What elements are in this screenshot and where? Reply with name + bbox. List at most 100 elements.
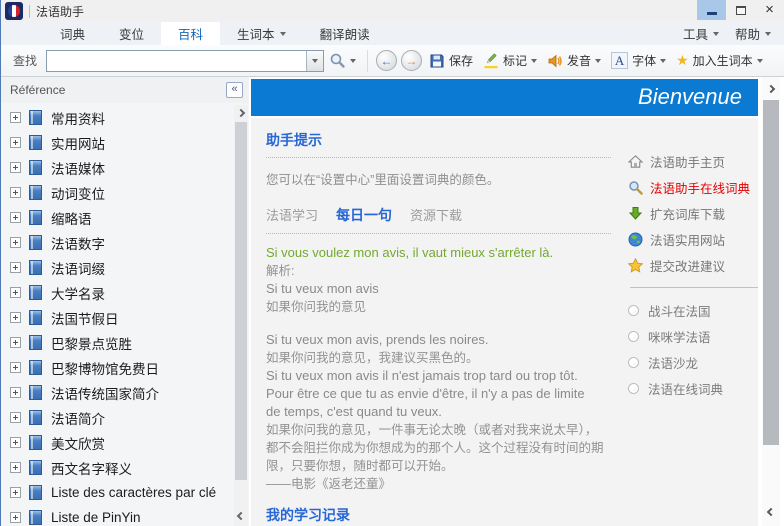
expand-icon[interactable]	[10, 437, 21, 448]
scroll-down-button[interactable]	[234, 508, 248, 524]
tree-item[interactable]: 大学名录	[1, 280, 233, 305]
tree-item-label: 美文欣赏	[51, 433, 105, 453]
bullet-icon	[628, 383, 639, 394]
tree-item[interactable]: 法语传统国家简介	[1, 380, 233, 405]
collapse-sidebar-button[interactable]	[226, 82, 243, 98]
tree-item[interactable]: 常用资料	[1, 105, 233, 130]
book-icon	[29, 510, 42, 525]
tab-daily-sentence[interactable]: 每日一句	[336, 205, 392, 225]
close-button[interactable]	[755, 0, 784, 20]
link-label: 法语助手主页	[650, 152, 725, 171]
font-button[interactable]: 字体	[606, 48, 671, 74]
tree-item[interactable]: 巴黎景点览胜	[1, 330, 233, 355]
scroll-up-button[interactable]	[762, 81, 780, 97]
search-input[interactable]	[47, 51, 306, 71]
tree-item[interactable]: 缩略语	[1, 205, 233, 230]
maximize-icon	[736, 6, 746, 15]
maximize-button[interactable]	[726, 0, 755, 20]
download-icon	[628, 206, 643, 221]
font-label: 字体	[632, 52, 656, 69]
save-button[interactable]: 保存	[424, 48, 478, 74]
welcome-banner: Bienvenue	[251, 79, 758, 116]
tree-item-label: Liste des caractères par clé	[51, 485, 216, 500]
back-button[interactable]	[376, 50, 397, 71]
tab-encyclopedia[interactable]: 百科	[161, 22, 220, 45]
tree-item[interactable]: Liste des caractères par clé	[1, 480, 233, 505]
tree-item[interactable]: 法语简介	[1, 405, 233, 430]
book-icon	[29, 135, 42, 150]
link-homepage[interactable]: 法语助手主页	[628, 148, 758, 174]
expand-icon[interactable]	[10, 387, 21, 398]
tree-item[interactable]: Liste de PinYin	[1, 505, 233, 526]
minimize-button[interactable]	[697, 0, 726, 20]
link-site-combats-en-france[interactable]: 战斗在法国	[628, 297, 758, 323]
expand-icon[interactable]	[10, 287, 21, 298]
tree-item[interactable]: 动词变位	[1, 180, 233, 205]
link-submit-suggestions[interactable]: 提交改进建议	[628, 252, 758, 278]
link-site-mimi-french[interactable]: 咪咪学法语	[628, 323, 758, 349]
scroll-up-button[interactable]	[234, 105, 248, 121]
bullet-icon	[628, 305, 639, 316]
expand-icon[interactable]	[10, 212, 21, 223]
tree-item[interactable]: 法国节假日	[1, 305, 233, 330]
tab-resource-download[interactable]: 资源下载	[410, 205, 462, 224]
chevron-down-icon	[280, 32, 286, 36]
link-online-dictionary[interactable]: 法语助手在线词典	[628, 174, 758, 200]
tab-dictionary[interactable]: 词典	[43, 22, 102, 45]
tree-item-label: 法语传统国家简介	[51, 383, 159, 403]
tree-item[interactable]: 法语词缀	[1, 255, 233, 280]
expand-icon[interactable]	[10, 337, 21, 348]
search-dropdown-button[interactable]	[306, 51, 323, 71]
expand-icon[interactable]	[10, 512, 21, 523]
content-scrollbar[interactable]	[762, 77, 780, 526]
tree-item[interactable]: 西文名字释义	[1, 455, 233, 480]
tab-wordbook[interactable]: 生词本	[220, 22, 303, 45]
chevron-up-icon	[767, 85, 775, 93]
search-combo	[46, 50, 324, 72]
help-menu[interactable]: 帮助	[728, 24, 778, 43]
tools-menu[interactable]: 工具	[676, 24, 726, 43]
chevron-down-icon	[237, 512, 245, 520]
scrollbar-thumb[interactable]	[763, 100, 779, 445]
chevron-up-icon	[237, 109, 245, 117]
mark-button[interactable]: 标记	[478, 48, 542, 74]
link-useful-websites[interactable]: 法语实用网站	[628, 226, 758, 252]
tree-item[interactable]: 美文欣赏	[1, 430, 233, 455]
expand-icon[interactable]	[10, 412, 21, 423]
expand-icon[interactable]	[10, 187, 21, 198]
expand-icon[interactable]	[10, 462, 21, 473]
expand-icon[interactable]	[10, 137, 21, 148]
link-dictionary-download[interactable]: 扩充词库下载	[628, 200, 758, 226]
mark-label: 标记	[503, 52, 527, 69]
link-site-french-salon[interactable]: 法语沙龙	[628, 349, 758, 375]
pronounce-button[interactable]: 发音	[542, 48, 606, 74]
sidebar-header: Référence	[1, 77, 249, 103]
expand-icon[interactable]	[10, 262, 21, 273]
chevron-down-icon	[767, 508, 775, 516]
tree-item[interactable]: 法语数字	[1, 230, 233, 255]
sidebar-scrollbar[interactable]	[234, 105, 248, 526]
expand-icon[interactable]	[10, 112, 21, 123]
expand-icon[interactable]	[10, 312, 21, 323]
chevron-down-icon	[531, 59, 537, 63]
search-button[interactable]	[324, 48, 361, 74]
expand-icon[interactable]	[10, 237, 21, 248]
tab-conjugation[interactable]: 变位	[102, 22, 161, 45]
tree-item[interactable]: 法语媒体	[1, 155, 233, 180]
tab-translate-read[interactable]: 翻译朗读	[303, 22, 387, 45]
scroll-down-button[interactable]	[762, 504, 780, 520]
tree-item[interactable]: 巴黎博物馆免费日	[1, 355, 233, 380]
titlebar: 法语助手	[1, 0, 784, 22]
scrollbar-thumb[interactable]	[235, 122, 247, 480]
tree-item-label: 巴黎景点览胜	[51, 333, 132, 353]
tab-french-study[interactable]: 法语学习	[266, 205, 318, 224]
forward-button[interactable]	[401, 50, 422, 71]
add-to-wordbook-button[interactable]: 加入生词本	[671, 48, 768, 74]
links-separator	[630, 287, 758, 288]
expand-icon[interactable]	[10, 487, 21, 498]
expand-icon[interactable]	[10, 162, 21, 173]
expand-icon[interactable]	[10, 362, 21, 373]
tips-heading: 助手提示	[266, 130, 611, 158]
tree-item[interactable]: 实用网站	[1, 130, 233, 155]
link-site-online-dictionary[interactable]: 法语在线词典	[628, 375, 758, 401]
